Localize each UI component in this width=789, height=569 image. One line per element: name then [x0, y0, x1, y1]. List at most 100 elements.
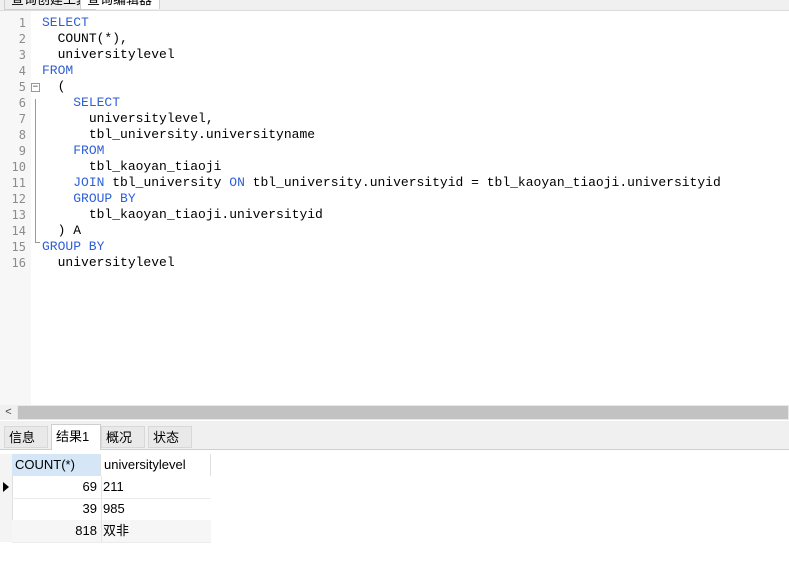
result-grid[interactable]: COUNT(*) universitylevel 69 211 39 985 8… — [0, 450, 789, 569]
cell-count[interactable]: 69 — [12, 476, 97, 498]
sql-token: COUNT(*), — [57, 31, 128, 46]
line-number: 9 — [18, 144, 26, 158]
line-number: 12 — [11, 192, 26, 206]
table-row[interactable]: 69 211 — [12, 476, 211, 499]
sql-keyword: SELECT — [73, 95, 121, 110]
sql-token: universitylevel — [57, 255, 175, 270]
code-text: COUNT(*), — [42, 31, 128, 47]
current-row-arrow-icon — [3, 482, 9, 492]
line-number: 10 — [11, 160, 26, 174]
sql-keyword: JOIN — [73, 175, 105, 190]
code-text: GROUP BY — [42, 239, 104, 255]
result-tab-bar: 信息 结果1 概况 状态 — [0, 421, 789, 450]
sql-token: universitylevel — [57, 47, 175, 62]
code-line[interactable]: 15 GROUP BY — [0, 239, 789, 255]
line-number: 13 — [11, 208, 26, 222]
sql-keyword: GROUP BY — [42, 239, 105, 254]
code-line[interactable]: 2 COUNT(*), — [0, 31, 789, 47]
code-text: GROUP BY — [42, 191, 136, 207]
code-line[interactable]: 8 tbl_university.universityname — [0, 127, 789, 143]
table-row[interactable]: 39 985 — [12, 498, 211, 521]
code-line[interactable]: 5 ( − — [0, 79, 789, 95]
code-text: universitylevel — [42, 255, 175, 271]
sql-keyword: FROM — [73, 143, 105, 158]
code-text: universitylevel, — [42, 111, 214, 127]
code-line[interactable]: 9 FROM — [0, 143, 789, 159]
sql-keyword: GROUP BY — [73, 191, 136, 206]
line-number: 8 — [18, 128, 26, 142]
code-line[interactable]: 7 universitylevel, — [0, 111, 789, 127]
code-line[interactable]: 10 tbl_kaoyan_tiaoji — [0, 159, 789, 175]
tab-query-editor[interactable]: 查询编辑器 — [80, 0, 160, 9]
tab-status[interactable]: 状态 — [148, 426, 192, 448]
line-number: 15 — [11, 240, 26, 254]
sql-keyword: ON — [229, 175, 245, 190]
code-text: FROM — [42, 63, 73, 79]
sql-token: ) A — [57, 223, 82, 238]
code-text: FROM — [42, 143, 104, 159]
cell-universitylevel[interactable]: 211 — [102, 476, 211, 498]
table-row[interactable]: 818 双非 — [12, 520, 211, 543]
column-header-count[interactable]: COUNT(*) — [12, 454, 101, 476]
tab-result1[interactable]: 结果1 — [51, 424, 101, 450]
tab-info[interactable]: 信息 — [4, 426, 48, 448]
code-line[interactable]: 1 SELECT — [0, 15, 789, 31]
code-line[interactable]: 11 JOIN tbl_university ON tbl_university… — [0, 175, 789, 191]
line-number: 6 — [18, 96, 26, 110]
code-text: SELECT — [42, 95, 120, 111]
fold-toggle-icon[interactable]: − — [31, 83, 40, 92]
code-text: JOIN tbl_university ON tbl_university.un… — [42, 175, 721, 191]
cell-count[interactable]: 39 — [12, 498, 97, 520]
line-number: 16 — [11, 256, 26, 270]
code-text: SELECT — [42, 15, 89, 31]
code-line[interactable]: 13 tbl_kaoyan_tiaoji.universityid — [0, 207, 789, 223]
sql-editor[interactable]: 1 SELECT 2 COUNT(*), 3 universitylevel 4 FROM… — [0, 11, 789, 405]
cell-universitylevel[interactable]: 双非 — [102, 520, 211, 542]
code-line[interactable]: 6 SELECT — [0, 95, 789, 111]
code-line[interactable]: 3 universitylevel — [0, 47, 789, 63]
code-text: tbl_university.universityname — [42, 127, 315, 143]
scrollbar-thumb[interactable] — [18, 406, 788, 419]
editor-tab-bar: 查询创建工具 查询编辑器 — [0, 0, 789, 11]
sql-token: tbl_university.universityid = tbl_kaoyan… — [244, 175, 721, 190]
code-line[interactable]: 4 FROM — [0, 63, 789, 79]
tab-profile[interactable]: 概况 — [101, 426, 145, 448]
sql-token: tbl_kaoyan_tiaoji.universityid — [88, 207, 323, 222]
code-line[interactable]: 16 universitylevel — [0, 255, 789, 271]
scroll-left-arrow-icon[interactable]: < — [0, 405, 17, 420]
sql-keyword: SELECT — [42, 15, 89, 30]
line-number: 11 — [11, 176, 26, 190]
code-line[interactable]: 14 ) A — [0, 223, 789, 239]
line-number: 2 — [18, 32, 26, 46]
sql-token: universitylevel, — [88, 111, 214, 126]
sql-token: tbl_university — [104, 175, 230, 190]
line-number: 3 — [18, 48, 26, 62]
column-header-universitylevel[interactable]: universitylevel — [101, 454, 211, 476]
line-number: 14 — [11, 224, 26, 238]
sql-keyword: FROM — [42, 63, 74, 78]
sql-token: ( — [57, 79, 66, 94]
fold-guide-end — [35, 242, 40, 243]
line-number: 4 — [18, 64, 26, 78]
editor-horizontal-scrollbar[interactable]: < — [0, 405, 789, 420]
code-text: tbl_kaoyan_tiaoji.universityid — [42, 207, 323, 223]
fold-guide-line — [35, 99, 36, 243]
line-number: 1 — [18, 16, 26, 30]
cell-count[interactable]: 818 — [12, 520, 97, 542]
cell-universitylevel[interactable]: 985 — [102, 498, 211, 520]
line-number: 5 — [18, 80, 26, 94]
code-text: ) A — [42, 223, 81, 239]
code-line[interactable]: 12 GROUP BY — [0, 191, 789, 207]
